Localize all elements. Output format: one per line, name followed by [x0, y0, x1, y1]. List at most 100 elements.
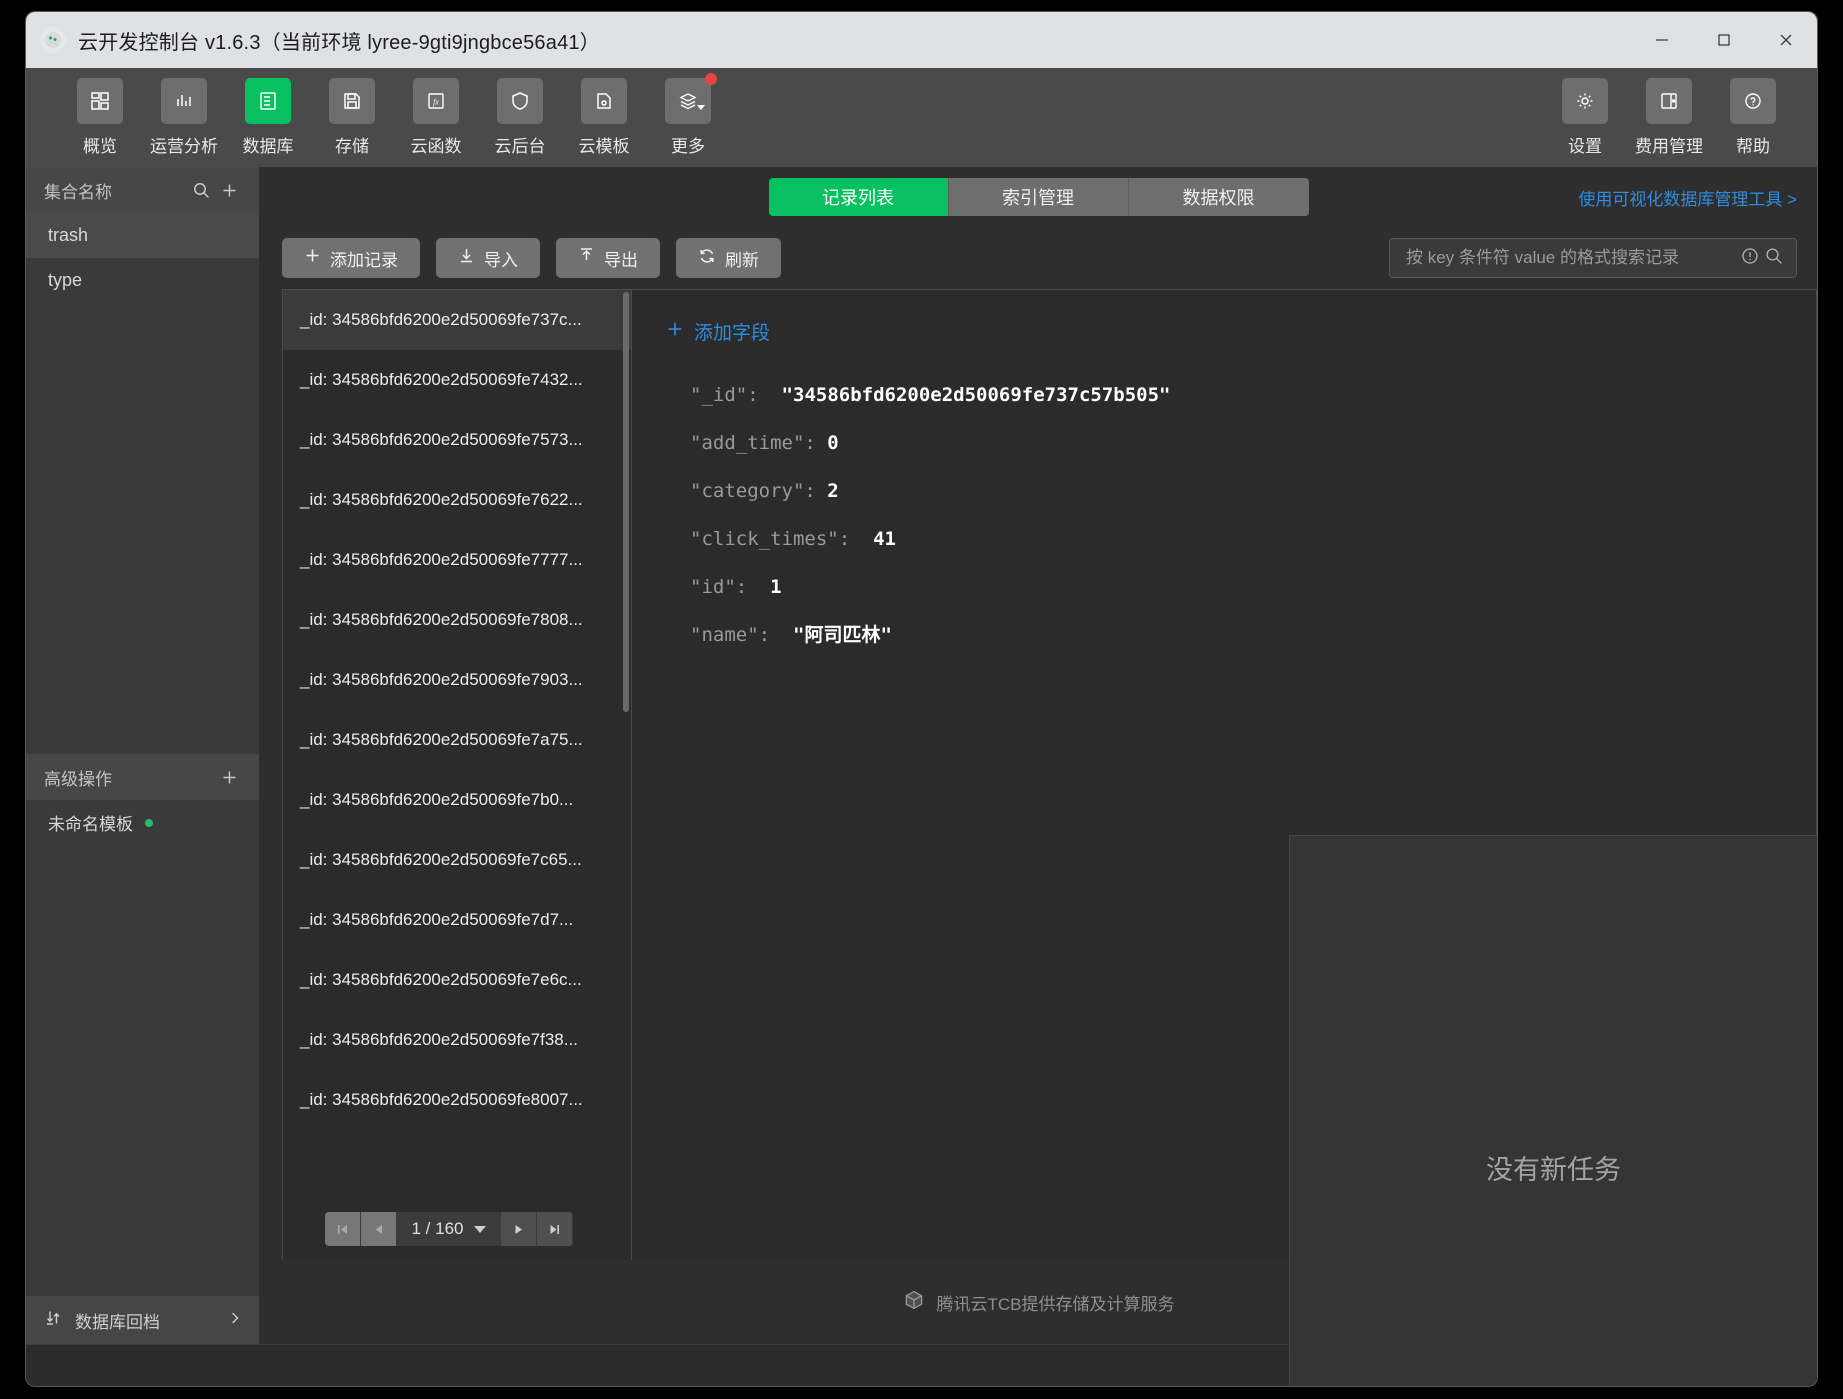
- record-item[interactable]: _id: 34586bfd6200e2d50069fe737c...: [283, 290, 631, 350]
- window-title: 云开发控制台 v1.6.3（当前环境 lyree-9gti9jngbce56a4…: [78, 31, 600, 54]
- page-indicator[interactable]: 1 / 160: [397, 1212, 501, 1246]
- toolbar-item-more[interactable]: 更多: [646, 73, 730, 157]
- export-button[interactable]: 导出: [556, 238, 660, 278]
- template-icon: [581, 78, 627, 124]
- task-empty-text: 没有新任务: [1486, 1155, 1621, 1185]
- record-label: _id: 34586bfd6200e2d50069fe7e6c...: [300, 970, 582, 989]
- prev-page-icon[interactable]: [361, 1212, 397, 1246]
- toolbar-item-storage[interactable]: 存储: [310, 78, 394, 157]
- toolbar-item-cloud-functions[interactable]: fx 云函数: [394, 78, 478, 157]
- search-input[interactable]: [1406, 248, 1740, 268]
- advanced-header: 高级操作: [26, 754, 259, 800]
- record-list-panel: _id: 34586bfd6200e2d50069fe737c... _id: …: [282, 289, 632, 1260]
- pagination: 1 / 160: [325, 1212, 573, 1246]
- json-field-row[interactable]: "id": 1: [690, 563, 1816, 611]
- toolbar-item-billing[interactable]: 费用管理: [1627, 78, 1711, 157]
- collection-item-trash[interactable]: trash: [26, 213, 259, 258]
- record-label: _id: 34586bfd6200e2d50069fe7777...: [300, 550, 583, 569]
- plus-icon[interactable]: [215, 176, 243, 204]
- chevron-right-icon: [227, 1310, 243, 1331]
- toolbar-item-overview[interactable]: 概览: [58, 78, 142, 157]
- json-field-row[interactable]: "click_times": 41: [690, 515, 1816, 563]
- toolbar-label: 概览: [83, 137, 117, 156]
- tab-index-management[interactable]: 索引管理: [948, 178, 1129, 216]
- record-item[interactable]: _id: 34586bfd6200e2d50069fe7e6c...: [283, 950, 631, 1010]
- last-page-icon[interactable]: [537, 1212, 573, 1246]
- json-field-row[interactable]: "_id": "34586bfd6200e2d50069fe737c57b505…: [690, 371, 1816, 419]
- tab-record-list[interactable]: 记录列表: [768, 178, 949, 216]
- next-page-icon[interactable]: [501, 1212, 537, 1246]
- record-item[interactable]: _id: 34586bfd6200e2d50069fe7808...: [283, 590, 631, 650]
- record-item[interactable]: _id: 34586bfd6200e2d50069fe7f38...: [283, 1010, 631, 1070]
- sidebar-spacer-top: [26, 303, 259, 754]
- record-label: _id: 34586bfd6200e2d50069fe8007...: [300, 1090, 583, 1109]
- json-field-row[interactable]: "add_time": 0: [690, 419, 1816, 467]
- json-value: 0: [827, 432, 839, 454]
- template-item[interactable]: 未命名模板: [26, 800, 259, 845]
- record-item[interactable]: _id: 34586bfd6200e2d50069fe7622...: [283, 470, 631, 530]
- maximize-button[interactable]: [1693, 12, 1755, 68]
- json-field-row[interactable]: "name": "阿司匹林": [690, 611, 1816, 659]
- template-label: 未命名模板: [48, 815, 133, 834]
- add-record-button[interactable]: 添加记录: [282, 238, 420, 278]
- visual-db-tool-link[interactable]: 使用可视化数据库管理工具 >: [1578, 185, 1797, 210]
- record-label: _id: 34586bfd6200e2d50069fe7d7...: [300, 910, 574, 929]
- add-field-button[interactable]: 添加字段: [666, 318, 1816, 345]
- advanced-header-label: 高级操作: [44, 769, 112, 789]
- button-label: 导出: [604, 250, 638, 270]
- tab-label: 数据权限: [1182, 188, 1255, 208]
- plus-icon[interactable]: [215, 763, 243, 791]
- layers-icon: [665, 73, 717, 124]
- toolbar-item-analytics[interactable]: 运营分析: [142, 78, 226, 157]
- toolbar-item-help[interactable]: 帮助: [1711, 78, 1795, 157]
- record-item[interactable]: _id: 34586bfd6200e2d50069fe7903...: [283, 650, 631, 710]
- toolbar-item-settings[interactable]: 设置: [1543, 78, 1627, 157]
- record-list-scrollbar[interactable]: [623, 292, 629, 712]
- collections-header-label: 集合名称: [44, 182, 112, 202]
- record-item[interactable]: _id: 34586bfd6200e2d50069fe7c65...: [283, 830, 631, 890]
- close-button[interactable]: [1755, 12, 1817, 68]
- minimize-button[interactable]: [1631, 12, 1693, 68]
- record-label: _id: 34586bfd6200e2d50069fe7c65...: [300, 850, 582, 869]
- json-field-row[interactable]: "category": 2: [690, 467, 1816, 515]
- json-key: category: [701, 480, 793, 502]
- toolbar-label: 帮助: [1736, 137, 1770, 156]
- record-label: _id: 34586bfd6200e2d50069fe7622...: [300, 490, 583, 509]
- tab-label: 记录列表: [822, 188, 894, 208]
- tab-bar: 记录列表 索引管理 数据权限: [768, 178, 1309, 216]
- task-panel: 没有新任务: [1289, 835, 1817, 1386]
- function-fx-icon: fx: [413, 78, 459, 124]
- toolbar-item-database[interactable]: 数据库: [226, 78, 310, 157]
- collection-item-type[interactable]: type: [26, 258, 259, 303]
- add-field-label: 添加字段: [694, 323, 771, 344]
- import-button[interactable]: 导入: [436, 238, 540, 278]
- record-item[interactable]: _id: 34586bfd6200e2d50069fe8007...: [283, 1070, 631, 1130]
- json-field-list: "_id": "34586bfd6200e2d50069fe737c57b505…: [666, 371, 1816, 659]
- collections-header: 集合名称: [26, 167, 259, 213]
- search-box-icons: [1740, 246, 1784, 271]
- toolbar-label: 费用管理: [1635, 137, 1703, 156]
- record-item[interactable]: _id: 34586bfd6200e2d50069fe7d7...: [283, 890, 631, 950]
- toolbar-item-cloud-template[interactable]: 云模板: [562, 78, 646, 157]
- search-icon[interactable]: [1764, 246, 1784, 271]
- search-icon[interactable]: [187, 176, 215, 204]
- record-item[interactable]: _id: 34586bfd6200e2d50069fe7a75...: [283, 710, 631, 770]
- record-scroll-area[interactable]: _id: 34586bfd6200e2d50069fe737c... _id: …: [283, 290, 631, 1198]
- record-label: _id: 34586bfd6200e2d50069fe7432...: [300, 370, 583, 389]
- record-item[interactable]: _id: 34586bfd6200e2d50069fe7573...: [283, 410, 631, 470]
- tab-data-permissions[interactable]: 数据权限: [1128, 178, 1309, 216]
- info-icon[interactable]: [1740, 246, 1760, 271]
- record-item[interactable]: _id: 34586bfd6200e2d50069fe7777...: [283, 530, 631, 590]
- json-key: name: [701, 624, 748, 646]
- record-item[interactable]: _id: 34586bfd6200e2d50069fe7432...: [283, 350, 631, 410]
- database-rollback-button[interactable]: 数据库回档: [26, 1296, 259, 1344]
- rollback-label: 数据库回档: [75, 1312, 160, 1332]
- first-page-icon[interactable]: [325, 1212, 361, 1246]
- page-text: 1 / 160: [411, 1219, 464, 1238]
- record-item[interactable]: _id: 34586bfd6200e2d50069fe7b0...: [283, 770, 631, 830]
- refresh-button[interactable]: 刷新: [676, 238, 781, 278]
- upload-icon: [578, 247, 595, 269]
- toolbar-item-cloud-backend[interactable]: 云后台: [478, 78, 562, 157]
- record-search-box[interactable]: [1389, 238, 1797, 278]
- body-row: 集合名称 trash type 高级操作 未命名模板 数据库回档 记录列表 索引…: [26, 167, 1817, 1386]
